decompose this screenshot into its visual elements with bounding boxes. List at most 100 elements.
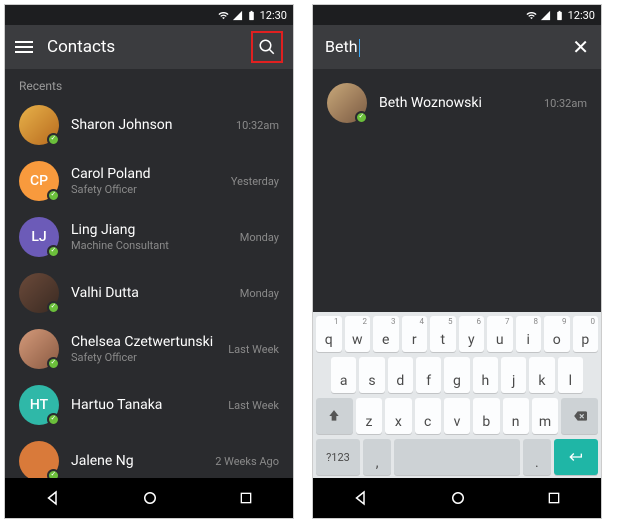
key-v[interactable]: v bbox=[444, 398, 470, 434]
search-icon bbox=[258, 38, 276, 56]
contact-row[interactable]: Valhi DuttaMonday bbox=[5, 265, 293, 321]
soft-keyboard: q1w2e3r4t5y6u7i8o9p0 asdfghjkl zxcvbnm ?… bbox=[313, 312, 601, 478]
key-s[interactable]: s bbox=[359, 357, 384, 393]
recents-icon[interactable] bbox=[546, 490, 562, 506]
contact-subtitle: Machine Consultant bbox=[71, 239, 240, 252]
clock: 12:30 bbox=[260, 9, 287, 22]
contact-info: Jalene Ng bbox=[71, 453, 215, 469]
contact-row[interactable]: Jalene Ng2 Weeks Ago bbox=[5, 433, 293, 478]
wifi-icon bbox=[218, 10, 229, 21]
contact-name: Jalene Ng bbox=[71, 453, 215, 469]
search-results: Beth Woznowski10:32am bbox=[313, 69, 601, 312]
key-i[interactable]: i8 bbox=[516, 316, 542, 352]
contact-time: Monday bbox=[240, 231, 279, 244]
presence-icon bbox=[47, 357, 60, 370]
presence-icon bbox=[47, 413, 60, 426]
key-n[interactable]: n bbox=[503, 398, 529, 434]
presence-icon bbox=[47, 133, 60, 146]
key-r[interactable]: r4 bbox=[402, 316, 428, 352]
home-icon[interactable] bbox=[141, 489, 159, 507]
key-q[interactable]: q1 bbox=[316, 316, 342, 352]
period-key[interactable]: . bbox=[523, 439, 551, 475]
contact-info: Sharon Johnson bbox=[71, 117, 236, 133]
result-row[interactable]: Beth Woznowski10:32am bbox=[313, 75, 601, 131]
avatar: CP bbox=[19, 161, 59, 201]
battery-icon bbox=[246, 10, 257, 21]
key-m[interactable]: m bbox=[532, 398, 558, 434]
shift-icon bbox=[327, 409, 341, 423]
search-input[interactable]: Beth bbox=[325, 37, 360, 57]
shift-key[interactable] bbox=[316, 398, 353, 434]
close-icon[interactable]: ✕ bbox=[572, 35, 589, 59]
avatar bbox=[19, 441, 59, 478]
contact-row[interactable]: HT Hartuo TanakaLast Week bbox=[5, 377, 293, 433]
key-x[interactable]: x bbox=[385, 398, 411, 434]
key-f[interactable]: f bbox=[416, 357, 441, 393]
contact-time: Last Week bbox=[228, 399, 279, 412]
key-b[interactable]: b bbox=[473, 398, 499, 434]
key-d[interactable]: d bbox=[388, 357, 413, 393]
key-k[interactable]: k bbox=[529, 357, 554, 393]
avatar bbox=[19, 273, 59, 313]
key-c[interactable]: c bbox=[415, 398, 441, 434]
contact-row[interactable]: CPCarol PolandSafety OfficerYesterday bbox=[5, 153, 293, 209]
presence-icon bbox=[47, 301, 60, 314]
appbar: Contacts bbox=[5, 25, 293, 69]
key-t[interactable]: t5 bbox=[430, 316, 456, 352]
contact-row[interactable]: Chelsea CzetwertunskiSafety OfficerLast … bbox=[5, 321, 293, 377]
menu-icon[interactable] bbox=[15, 41, 33, 53]
back-icon[interactable] bbox=[44, 489, 62, 507]
space-key[interactable] bbox=[394, 439, 520, 475]
key-z[interactable]: z bbox=[356, 398, 382, 434]
key-a[interactable]: a bbox=[331, 357, 356, 393]
contact-name: Chelsea Czetwertunski bbox=[71, 334, 228, 350]
key-j[interactable]: j bbox=[501, 357, 526, 393]
avatar: LJ bbox=[19, 217, 59, 257]
mode-key[interactable]: ?123 bbox=[316, 439, 360, 475]
back-icon[interactable] bbox=[352, 489, 370, 507]
key-o[interactable]: o9 bbox=[544, 316, 570, 352]
clock: 12:30 bbox=[568, 9, 595, 22]
contact-time: Monday bbox=[240, 287, 279, 300]
key-h[interactable]: h bbox=[473, 357, 498, 393]
key-y[interactable]: y6 bbox=[459, 316, 485, 352]
statusbar: 12:30 bbox=[5, 5, 293, 25]
key-u[interactable]: u7 bbox=[487, 316, 513, 352]
home-icon[interactable] bbox=[449, 489, 467, 507]
enter-key[interactable] bbox=[554, 439, 598, 475]
signal-icon bbox=[540, 10, 551, 21]
contact-name: Sharon Johnson bbox=[71, 117, 236, 133]
key-e[interactable]: e3 bbox=[373, 316, 399, 352]
contact-name: Valhi Dutta bbox=[71, 285, 240, 301]
contact-subtitle: Safety Officer bbox=[71, 183, 231, 196]
search-appbar: Beth ✕ bbox=[313, 25, 601, 69]
key-l[interactable]: l bbox=[558, 357, 583, 393]
key-p[interactable]: p0 bbox=[573, 316, 599, 352]
statusbar: 12:30 bbox=[313, 5, 601, 25]
contact-row[interactable]: LJ Ling JiangMachine ConsultantMonday bbox=[5, 209, 293, 265]
signal-icon bbox=[232, 10, 243, 21]
key-w[interactable]: w2 bbox=[345, 316, 371, 352]
search-button[interactable] bbox=[251, 31, 283, 63]
avatar bbox=[19, 105, 59, 145]
contact-name: Hartuo Tanaka bbox=[71, 397, 228, 413]
result-name: Beth Woznowski bbox=[379, 95, 544, 111]
contact-time: 10:32am bbox=[236, 119, 279, 132]
wifi-icon bbox=[526, 10, 537, 21]
backspace-icon bbox=[571, 409, 589, 423]
contacts-body: Recents Sharon Johnson10:32amCPCarol Pol… bbox=[5, 69, 293, 478]
contact-time: 2 Weeks Ago bbox=[215, 455, 279, 468]
avatar: HT bbox=[19, 385, 59, 425]
key-g[interactable]: g bbox=[444, 357, 469, 393]
avatar bbox=[327, 83, 367, 123]
contact-info: Ling JiangMachine Consultant bbox=[71, 222, 240, 252]
contact-info: Hartuo Tanaka bbox=[71, 397, 228, 413]
page-title: Contacts bbox=[47, 37, 251, 57]
contact-row[interactable]: Sharon Johnson10:32am bbox=[5, 97, 293, 153]
recents-icon[interactable] bbox=[238, 490, 254, 506]
backspace-key[interactable] bbox=[561, 398, 598, 434]
android-navbar bbox=[5, 478, 293, 518]
contact-name: Ling Jiang bbox=[71, 222, 240, 238]
comma-key[interactable]: , bbox=[363, 439, 391, 475]
presence-icon bbox=[47, 189, 60, 202]
